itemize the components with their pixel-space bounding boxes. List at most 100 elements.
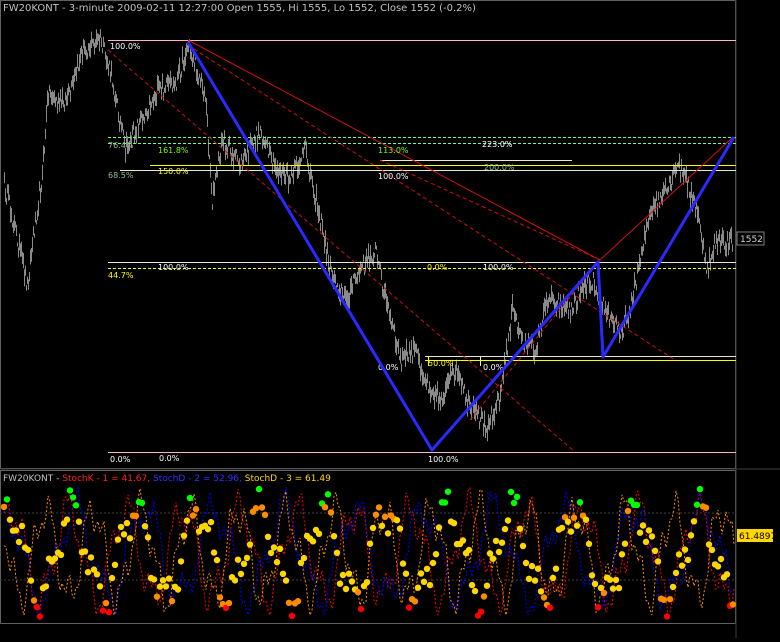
stoch-dot	[708, 546, 716, 554]
stoch-dot	[96, 583, 104, 590]
chart-canvas[interactable]: 100.0% 76.4% 161.8% 113.0% 223.0% 68.5% 150.0%…	[0, 0, 780, 638]
stoch-dot	[279, 570, 287, 577]
oscillator-title: FW20KONT - StochK - 1 = 41.67, StochD - …	[3, 474, 331, 484]
stoch-dot	[336, 580, 344, 587]
oscillator-title-part: FW20KONT -	[3, 474, 62, 484]
stoch-dot	[489, 555, 497, 562]
stoch-dot	[225, 599, 233, 607]
stoch-dot	[510, 499, 518, 507]
stoch-dot	[435, 524, 443, 531]
oscillator-title-part: StochK - 1 = 41.67,	[62, 474, 153, 484]
stoch-dot	[507, 488, 515, 496]
stoch-dot	[105, 609, 113, 616]
stoch-dot	[552, 565, 560, 572]
stoch-line	[3, 488, 735, 617]
stoch-dot	[639, 522, 647, 529]
stoch-dot	[411, 598, 419, 605]
stoch-dot	[393, 517, 401, 524]
stoch-dot	[369, 524, 377, 532]
stoch-dot	[120, 531, 128, 538]
stoch-dot	[648, 533, 656, 540]
stoch-dot	[231, 577, 239, 584]
fib-level-label: 161.8%	[158, 146, 189, 155]
stoch-dot	[207, 518, 215, 526]
stoch-dot	[168, 597, 176, 605]
stoch-dot	[717, 555, 725, 563]
fib-level-label: 150.0%	[158, 167, 189, 176]
stoch-dot	[42, 583, 50, 590]
stoch-dot	[423, 565, 431, 572]
fib-level-label: 68.5%	[108, 171, 134, 180]
stochastic-series	[0, 485, 737, 620]
stoch-dot	[525, 575, 533, 582]
stoch-dot	[702, 504, 710, 511]
stoch-dot	[30, 597, 38, 604]
stoch-dot	[429, 559, 437, 567]
stoch-dot	[606, 576, 614, 583]
stoch-dot	[357, 605, 365, 613]
stoch-dot	[513, 493, 521, 500]
stoch-dot	[342, 585, 350, 593]
stoch-dot	[108, 574, 116, 582]
stoch-dot	[594, 604, 602, 611]
stoch-dot	[138, 499, 146, 507]
stoch-dot	[285, 599, 293, 606]
fib-level-label: 0.0%	[159, 454, 180, 463]
stoch-dot	[546, 604, 554, 611]
stoch-dot	[375, 504, 383, 511]
stoch-dot	[57, 551, 65, 559]
fib-level-label: 0.0%	[427, 263, 448, 272]
fib-level-label: 113.0%	[378, 146, 409, 155]
stoch-dot	[243, 554, 251, 562]
stoch-dot	[396, 525, 404, 532]
stoch-dot	[405, 604, 413, 611]
trend-line	[379, 159, 601, 261]
stoch-dot	[255, 485, 263, 493]
stoch-dot	[162, 583, 170, 590]
stoch-dot	[570, 514, 578, 521]
stoch-dot	[174, 586, 182, 593]
stoch-dot	[0, 503, 8, 511]
stoch-dot	[111, 561, 119, 568]
stoch-dot	[354, 588, 362, 596]
stoch-dot	[132, 512, 140, 520]
stoch-dot	[444, 488, 452, 495]
stoch-dot	[459, 537, 467, 544]
stoch-dot	[300, 554, 308, 562]
stoch-dot	[384, 530, 392, 537]
stoch-dot	[420, 578, 428, 585]
stoch-dot	[600, 589, 608, 597]
stoch-dot	[144, 534, 152, 541]
stoch-dot	[273, 558, 281, 566]
stoch-dot	[588, 572, 596, 579]
trend-line	[107, 49, 576, 453]
fib-level-label: 76.4%	[108, 141, 134, 150]
stoch-dot	[666, 596, 674, 603]
stoch-dot	[549, 574, 557, 582]
stoch-dot	[450, 520, 458, 527]
stoch-dot	[3, 496, 11, 503]
stoch-dot	[237, 570, 245, 578]
stoch-dot	[234, 556, 242, 563]
stoch-dot	[339, 571, 347, 579]
stoch-dot	[618, 551, 626, 558]
stoch-dot	[267, 549, 275, 557]
fib-level-label: 100.0%	[428, 455, 459, 464]
stoch-dot	[117, 523, 125, 531]
stoch-dot	[495, 548, 503, 556]
stoch-dot	[51, 555, 59, 562]
stoch-dot	[156, 583, 164, 590]
stoch-dot	[15, 538, 23, 546]
stoch-dot	[378, 522, 386, 530]
stoch-dot	[324, 491, 332, 498]
stoch-dot	[114, 536, 122, 543]
stoch-dot	[366, 540, 374, 547]
stoch-dot	[309, 538, 317, 545]
stoch-dot	[477, 608, 485, 615]
stoch-dot	[81, 548, 89, 555]
fib-level-label: 223.0%	[482, 140, 513, 149]
stoch-dot	[432, 551, 440, 558]
stoch-dot	[471, 587, 479, 595]
stoch-dot	[321, 504, 329, 511]
fib-level-label: 100.0%	[483, 263, 514, 272]
